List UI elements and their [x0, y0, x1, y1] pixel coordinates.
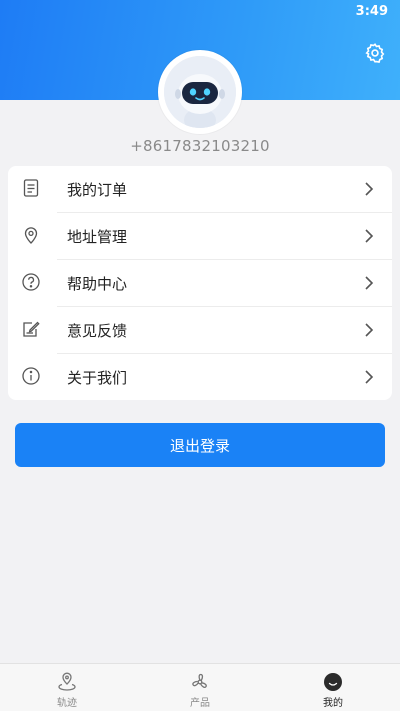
avatar-frame[interactable] [158, 50, 242, 134]
tab-label: 我的 [323, 698, 343, 709]
gear-icon[interactable] [364, 42, 386, 64]
tab-label: 产品 [190, 698, 210, 709]
profile-icon [324, 673, 342, 691]
tab-mine[interactable]: 我的 [303, 664, 363, 711]
menu-card: 我的订单 地址管理 帮助中心 意见反馈 关于我们 [8, 166, 392, 400]
menu-item-orders[interactable]: 我的订单 [8, 166, 392, 213]
status-time: 3:49 [355, 4, 388, 19]
tab-track[interactable]: 轨迹 [37, 664, 97, 711]
avatar [164, 56, 236, 128]
menu-item-about[interactable]: 关于我们 [8, 354, 392, 401]
tab-label: 轨迹 [57, 698, 77, 709]
robot-avatar-icon [164, 56, 236, 128]
feedback-edit-icon [23, 321, 40, 337]
menu-item-help[interactable]: 帮助中心 [8, 260, 392, 307]
menu-item-feedback[interactable]: 意见反馈 [8, 307, 392, 354]
bottom-tabbar: 轨迹 产品 我的 [0, 663, 400, 711]
menu-item-label: 关于我们 [67, 369, 128, 387]
chevron-right-icon [365, 276, 374, 290]
info-circle-icon [22, 367, 40, 385]
product-fan-icon [192, 673, 207, 688]
chevron-right-icon [365, 323, 374, 337]
location-pin-icon [24, 227, 38, 244]
logout-button[interactable]: 退出登录 [15, 423, 385, 467]
menu-item-label: 意见反馈 [67, 322, 128, 340]
phone-number: +8617832103210 [130, 137, 270, 155]
menu-item-address[interactable]: 地址管理 [8, 213, 392, 260]
menu-item-label: 帮助中心 [67, 275, 128, 293]
chevron-right-icon [365, 229, 374, 243]
document-icon [23, 179, 39, 197]
track-location-icon [58, 672, 76, 691]
chevron-right-icon [365, 182, 374, 196]
chevron-right-icon [365, 370, 374, 384]
menu-item-label: 地址管理 [67, 228, 128, 246]
tab-products[interactable]: 产品 [170, 664, 230, 711]
question-circle-icon [22, 273, 40, 291]
menu-item-label: 我的订单 [67, 181, 128, 199]
